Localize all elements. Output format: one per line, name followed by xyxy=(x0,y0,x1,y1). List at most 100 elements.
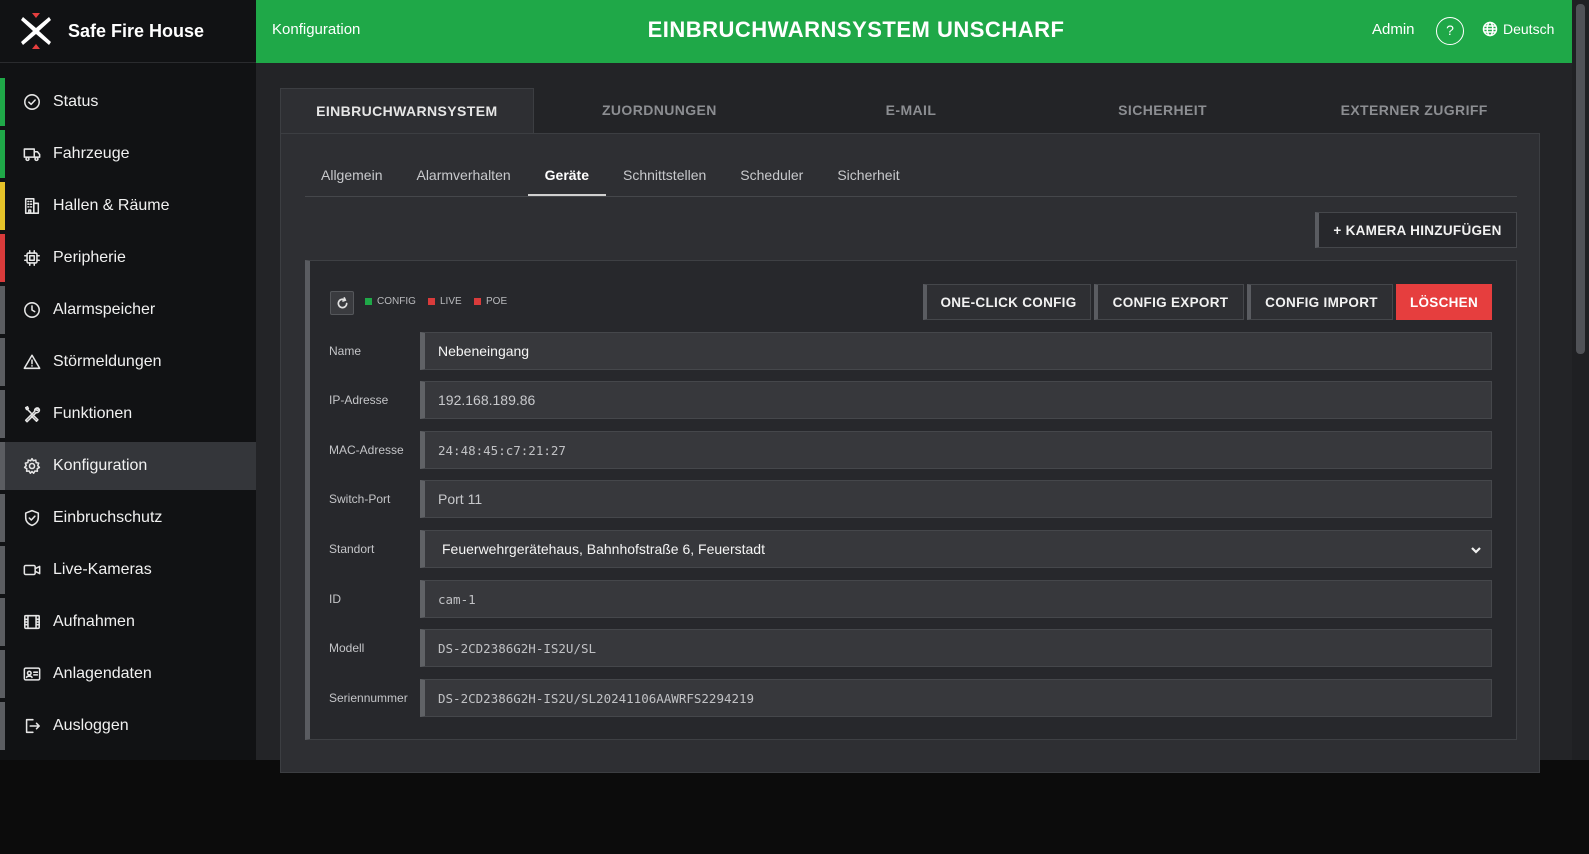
sidebar-item-hallen[interactable]: Hallen & Räume xyxy=(0,182,256,230)
refresh-icon xyxy=(337,296,348,308)
status-stripe xyxy=(0,442,5,490)
building-icon xyxy=(22,196,42,216)
field-row-switch-port: Switch-Port Port 11 xyxy=(310,480,1500,518)
tab-einbruchwarnsystem[interactable]: EINBRUCHWARNSYSTEM xyxy=(280,88,534,134)
field-row-seriennummer: Seriennummer DS-2CD2386G2H-IS2U/SL202411… xyxy=(310,679,1500,717)
sidebar-item-label: Alarmspeicher xyxy=(53,301,156,318)
sidebar-item-fahrzeuge[interactable]: Fahrzeuge xyxy=(0,130,256,178)
brand[interactable]: Safe Fire House xyxy=(0,0,256,63)
id-field[interactable]: cam-1 xyxy=(420,580,1492,618)
sidebar-item-label: Störmeldungen xyxy=(53,353,162,370)
warning-icon xyxy=(22,352,42,372)
legend-config: CONFIG xyxy=(365,296,416,307)
serial-number-field[interactable]: DS-2CD2386G2H-IS2U/SL20241106AAWRFS22942… xyxy=(420,679,1492,717)
subtab-sicherheit[interactable]: Sicherheit xyxy=(820,161,916,196)
status-stripe xyxy=(0,702,5,750)
status-stripe xyxy=(0,338,5,386)
location-selected-value: Feuerwehrgerätehaus, Bahnhofstraße 6, Fe… xyxy=(442,541,765,557)
status-stripe xyxy=(0,234,5,282)
legend-live: LIVE xyxy=(428,296,462,307)
sidebar-item-anlagendaten[interactable]: Anlagendaten xyxy=(0,650,256,698)
topbar: Konfiguration EINBRUCHWARNSYSTEM UNSCHAR… xyxy=(256,0,1589,63)
field-row-modell: Modell DS-2CD2386G2H-IS2U/SL xyxy=(310,629,1500,667)
field-label: Seriennummer xyxy=(329,691,408,705)
sidebar-item-aufnahmen[interactable]: Aufnahmen xyxy=(0,598,256,646)
language-selector[interactable]: Deutsch xyxy=(1482,21,1554,37)
tools-icon xyxy=(22,404,42,424)
tab-sicherheit[interactable]: SICHERHEIT xyxy=(1037,88,1289,134)
main-tabs: EINBRUCHWARNSYSTEM ZUORDNUNGEN E-MAIL SI… xyxy=(280,88,1540,134)
config-import-button[interactable]: CONFIG IMPORT xyxy=(1247,284,1393,320)
config-export-button[interactable]: CONFIG EXPORT xyxy=(1094,284,1244,320)
name-input[interactable]: Nebeneingang xyxy=(420,332,1492,370)
system-state-title: EINBRUCHWARNSYSTEM UNSCHARF xyxy=(647,17,1065,42)
switch-port-field[interactable]: Port 11 xyxy=(420,480,1492,518)
field-label: Modell xyxy=(329,641,365,655)
subtab-scheduler[interactable]: Scheduler xyxy=(723,161,820,196)
sidebar-item-label: Fahrzeuge xyxy=(53,145,130,162)
main-content: EINBRUCHWARNSYSTEM ZUORDNUNGEN E-MAIL SI… xyxy=(256,63,1572,773)
tab-externer-zugriff[interactable]: EXTERNER ZUGRIFF xyxy=(1288,88,1540,134)
brand-name: Safe Fire House xyxy=(68,20,205,41)
sub-tabs: Allgemein Alarmverhalten Geräte Schnitts… xyxy=(305,161,1517,197)
delete-button[interactable]: LÖSCHEN xyxy=(1396,284,1492,320)
field-label: ID xyxy=(329,592,341,606)
status-stripe xyxy=(0,286,5,334)
sidebar-item-konfiguration[interactable]: Konfiguration xyxy=(0,442,256,490)
user-menu[interactable]: Admin xyxy=(1372,21,1415,38)
field-row-ip: IP-Adresse 192.168.189.86 xyxy=(310,381,1500,419)
sidebar-item-einbruchschutz[interactable]: Einbruchschutz xyxy=(0,494,256,542)
sidebar-item-label: Peripherie xyxy=(53,249,126,266)
model-field[interactable]: DS-2CD2386G2H-IS2U/SL xyxy=(420,629,1492,667)
one-click-config-button[interactable]: ONE-CLICK CONFIG xyxy=(923,284,1091,320)
device-card: CONFIG LIVE POE ONE-CLICK CONFIG CONFIG … xyxy=(305,260,1517,740)
sidebar-item-ausloggen[interactable]: Ausloggen xyxy=(0,702,256,750)
subtab-allgemein[interactable]: Allgemein xyxy=(305,161,399,196)
location-select[interactable]: Feuerwehrgerätehaus, Bahnhofstraße 6, Fe… xyxy=(420,530,1492,568)
language-label: Deutsch xyxy=(1503,21,1555,37)
sidebar-item-stoermeldungen[interactable]: Störmeldungen xyxy=(0,338,256,386)
id-card-icon xyxy=(22,664,42,684)
subtab-alarmverhalten[interactable]: Alarmverhalten xyxy=(399,161,527,196)
sidebar-item-live-kameras[interactable]: Live-Kameras xyxy=(0,546,256,594)
shield-icon xyxy=(22,508,42,528)
sidebar-item-label: Live-Kameras xyxy=(53,561,152,578)
logout-icon xyxy=(22,716,42,736)
sidebar-item-label: Einbruchschutz xyxy=(53,509,163,526)
sidebar-item-status[interactable]: Status xyxy=(0,78,256,126)
subtab-schnittstellen[interactable]: Schnittstellen xyxy=(606,161,723,196)
status-stripe xyxy=(0,78,5,126)
status-stripe xyxy=(0,494,5,542)
field-label: IP-Adresse xyxy=(329,393,389,407)
sidebar-item-label: Anlagendaten xyxy=(53,665,152,682)
subtab-geraete[interactable]: Geräte xyxy=(527,161,606,196)
chevron-down-icon xyxy=(1470,543,1482,555)
legend-label: POE xyxy=(486,296,508,307)
chip-icon xyxy=(22,248,42,268)
camera-icon xyxy=(22,560,42,580)
tab-zuordnungen[interactable]: ZUORDNUNGEN xyxy=(534,88,786,134)
mac-address-field[interactable]: 24:48:45:c7:21:27 xyxy=(420,431,1492,469)
page-scrollbar[interactable] xyxy=(1572,0,1589,760)
field-row-mac: MAC-Adresse 24:48:45:c7:21:27 xyxy=(310,431,1500,469)
field-row-standort: Standort Feuerwehrgerätehaus, Bahnhofstr… xyxy=(310,530,1500,568)
status-stripe xyxy=(0,390,5,438)
field-label: Standort xyxy=(329,542,375,556)
tab-email[interactable]: E-MAIL xyxy=(785,88,1037,134)
sidebar-item-label: Status xyxy=(53,93,99,110)
sidebar-item-label: Konfiguration xyxy=(53,457,148,474)
scrollbar-thumb[interactable] xyxy=(1576,4,1585,354)
add-camera-button[interactable]: + KAMERA HINZUFÜGEN xyxy=(1315,212,1517,248)
refresh-button[interactable] xyxy=(330,291,354,315)
sidebar-item-funktionen[interactable]: Funktionen xyxy=(0,390,256,438)
sidebar-nav: Status Fahrzeuge Hallen & Räume Peripher… xyxy=(0,78,256,754)
status-stripe xyxy=(0,130,5,178)
ip-address-field[interactable]: 192.168.189.86 xyxy=(420,381,1492,419)
sidebar-item-label: Hallen & Räume xyxy=(53,197,170,214)
sidebar: Safe Fire House Status Fahrzeuge Hallen … xyxy=(0,0,256,760)
legend-label: LIVE xyxy=(440,296,462,307)
help-icon[interactable]: ? xyxy=(1436,17,1464,45)
config-status-dot xyxy=(365,298,372,305)
sidebar-item-peripherie[interactable]: Peripherie xyxy=(0,234,256,282)
sidebar-item-alarmspeicher[interactable]: Alarmspeicher xyxy=(0,286,256,334)
